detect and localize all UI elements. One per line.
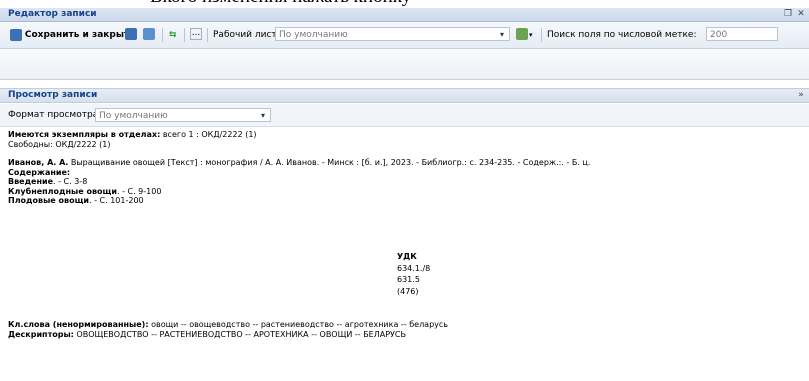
- format-label: Формат просмотра: [8, 110, 99, 120]
- udk-value: (476): [397, 286, 419, 296]
- chevron-down-icon[interactable]: ▾: [529, 28, 533, 42]
- numeric-search-input[interactable]: 200: [706, 27, 778, 41]
- description-line: Иванов, А. А. Выращивание овощей [Текст]…: [8, 158, 591, 167]
- cropped-header-text: Вкого изменения нажать кнопку: [0, 0, 809, 8]
- keywords-block: Кл.слова (ненормированные): овощи -- ово…: [8, 320, 798, 339]
- udk-value: 631.5: [397, 275, 420, 284]
- chevron-down-icon: ▾: [260, 111, 265, 120]
- add-field-icon[interactable]: [516, 28, 528, 40]
- window-title: Редактор записи: [8, 9, 97, 19]
- worksheet-select[interactable]: По умолчанию ▾: [275, 27, 510, 41]
- contents-heading: Содержание:: [8, 167, 71, 177]
- record-view: Имеются экземпляры в отделах: всего 1 : …: [8, 130, 798, 206]
- toolbar-separator: [162, 28, 163, 42]
- collapse-icon[interactable]: »: [796, 90, 806, 100]
- window-titlebar: Редактор записи ❐ ✕: [0, 8, 809, 22]
- toolbar-separator: [541, 28, 542, 42]
- save-icon[interactable]: [125, 28, 137, 40]
- save-icon: [10, 28, 22, 41]
- contents-item: Клубнеплодные овощи. - С. 9-100: [8, 186, 162, 196]
- toolbar-separator: [207, 28, 208, 42]
- descriptors-line: Дескрипторы: ОВОЩЕВОДСТВО -- РАСТЕНИЕВОД…: [8, 329, 406, 339]
- view-section-header: Просмотр записи »: [0, 88, 809, 103]
- toolbar-separator: [184, 28, 185, 42]
- numeric-search-label: Поиск поля по числовой метке:: [547, 30, 697, 40]
- editor-area: [0, 49, 809, 80]
- chevron-down-icon: ▾: [499, 30, 504, 39]
- copies-line: Имеются экземпляры в отделах: всего 1 : …: [8, 130, 257, 139]
- print-icon[interactable]: [143, 28, 155, 40]
- udk-value: 634.1./8: [397, 263, 431, 273]
- restore-icon[interactable]: ❐: [783, 9, 793, 19]
- contents-item: Введение. - С. 3-8: [8, 177, 88, 186]
- close-icon[interactable]: ✕: [796, 9, 806, 19]
- editor-toolbar: Сохранить и закрыть ⇆ ... Рабочий лист: …: [0, 22, 809, 49]
- free-copies-line: Свободны: ОКД/2222 (1): [8, 139, 111, 149]
- keywords-line: Кл.слова (ненормированные): овощи -- ово…: [8, 320, 449, 329]
- save-close-button[interactable]: Сохранить и закрыть: [10, 28, 135, 42]
- worksheet-label: Рабочий лист:: [213, 30, 280, 40]
- udk-block: УДК 634.1./8 631.5 (476): [397, 251, 430, 297]
- format-select[interactable]: По умолчанию ▾: [95, 108, 271, 122]
- view-section-title: Просмотр записи: [8, 90, 98, 100]
- contents-item: Плодовые овощи. - С. 101-200: [8, 196, 144, 205]
- udk-label: УДК: [397, 252, 417, 261]
- replace-icon[interactable]: ⇆: [169, 28, 177, 42]
- format-row: Формат просмотра По умолчанию ▾: [0, 104, 809, 127]
- more-button[interactable]: ...: [190, 28, 202, 40]
